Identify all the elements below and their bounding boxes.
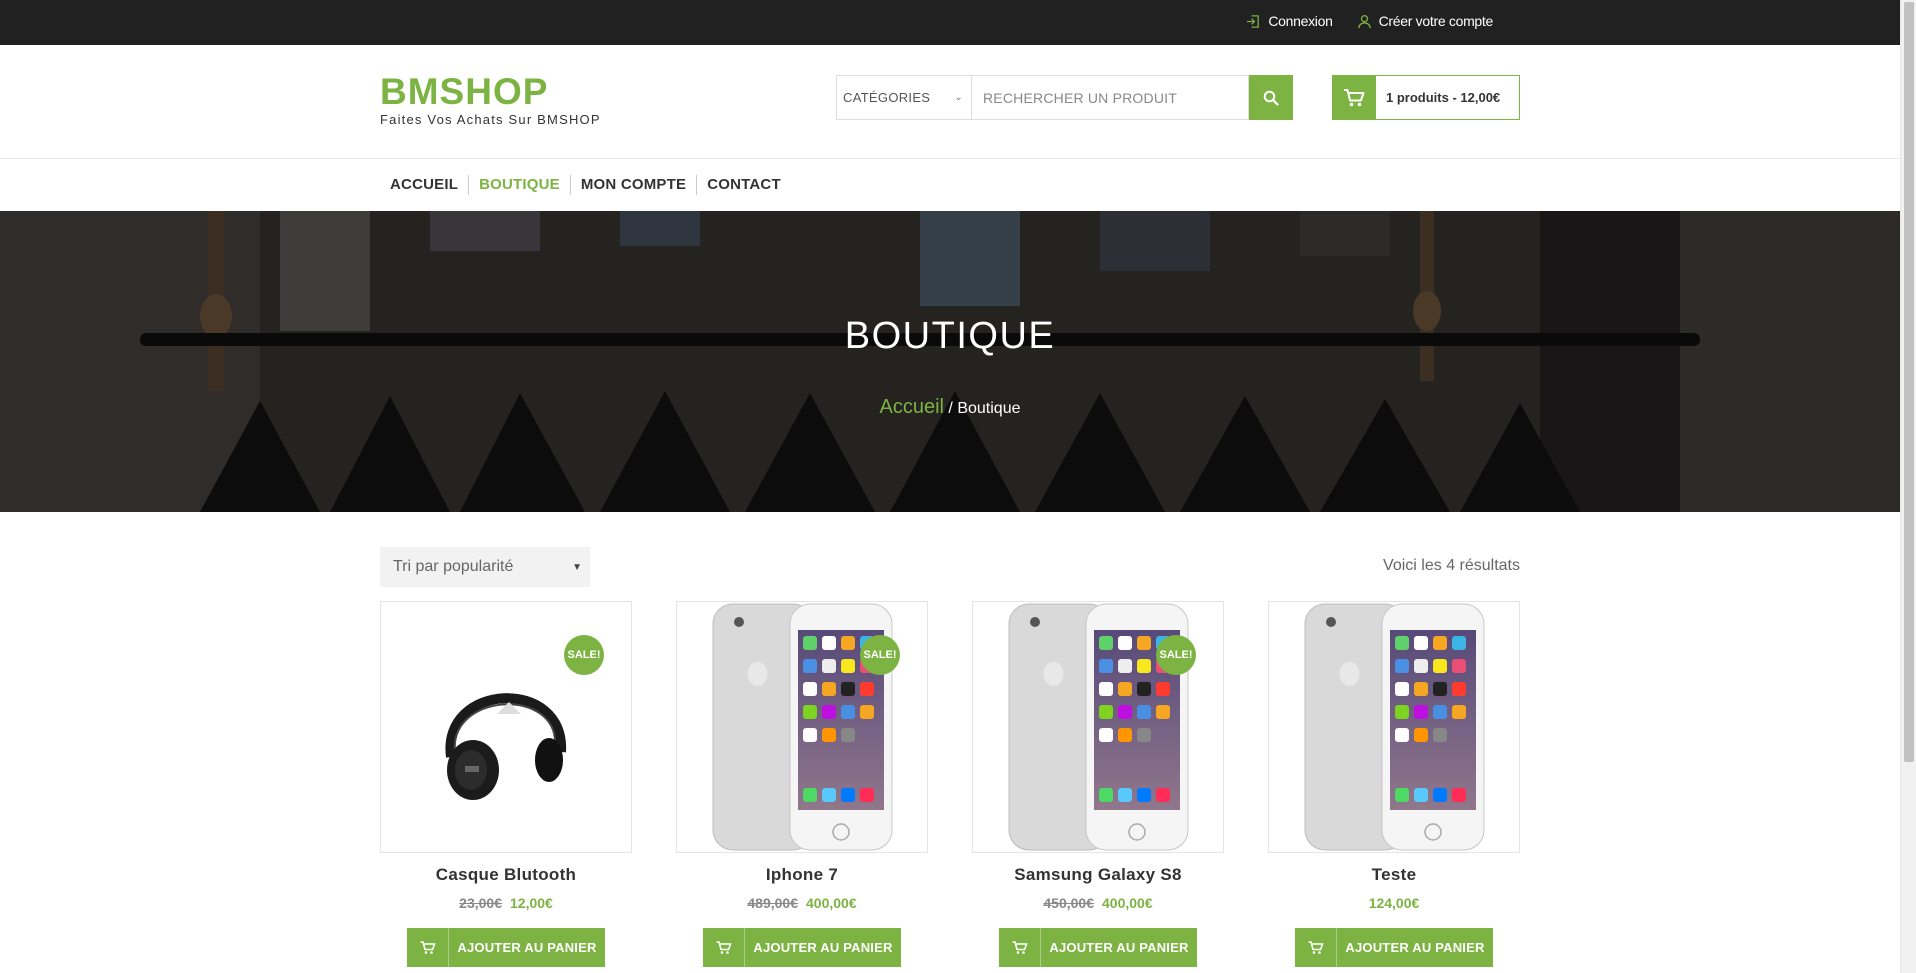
product-name[interactable]: Samsung Galaxy S8 xyxy=(972,865,1224,885)
product-image-link[interactable]: SALE! xyxy=(676,601,928,853)
cart-icon xyxy=(999,928,1041,967)
search-icon xyxy=(1263,90,1279,106)
main-nav: ACCUEIL BOUTIQUE MON COMPTE CONTACT xyxy=(380,159,791,211)
search-input[interactable] xyxy=(972,75,1249,120)
cart-summary: 1 produits - 12,00€ xyxy=(1386,90,1501,105)
current-price: 12,00€ xyxy=(510,895,553,911)
product-card: SALE! Iphone 7 489,00€ 400,00€ AJOUTER AU… xyxy=(676,601,928,967)
scrollbar-thumb[interactable] xyxy=(1904,2,1914,762)
product-name[interactable]: Iphone 7 xyxy=(676,865,928,885)
product-card: Teste 124,00€ AJOUTER AU PANIER xyxy=(1268,601,1520,967)
login-icon xyxy=(1247,14,1260,28)
category-select[interactable]: CATÉGORIES ⌄ xyxy=(836,75,972,120)
product-image-link[interactable]: SALE! xyxy=(972,601,1224,853)
search-button[interactable] xyxy=(1249,75,1293,120)
register-label: Créer votre compte xyxy=(1378,13,1494,29)
product-search: CATÉGORIES ⌄ xyxy=(836,75,1293,120)
cart-icon xyxy=(1344,88,1365,106)
product-name[interactable]: Teste xyxy=(1268,865,1520,885)
result-count: Voici les 4 résultats xyxy=(1383,557,1520,574)
product-price: 124,00€ xyxy=(1268,895,1520,911)
add-to-cart-label: AJOUTER AU PANIER xyxy=(457,940,597,955)
nav-item-contact[interactable]: CONTACT xyxy=(697,175,791,195)
site-logo[interactable]: BMSHOP Faites Vos Achats Sur BMSHOP xyxy=(380,71,601,128)
breadcrumb-home-link[interactable]: Accueil xyxy=(880,396,944,418)
category-select-label: CATÉGORIES xyxy=(843,90,931,105)
register-link[interactable]: Créer votre compte xyxy=(1357,13,1493,29)
logo-title: BMSHOP xyxy=(380,71,549,112)
account-links: Connexion Créer votre compte xyxy=(1246,13,1493,29)
add-to-cart-button[interactable]: AJOUTER AU PANIER xyxy=(1295,928,1493,967)
top-bar: Connexion Créer votre compte xyxy=(0,0,1900,45)
add-to-cart-button[interactable]: AJOUTER AU PANIER xyxy=(703,928,901,967)
old-price: 450,00€ xyxy=(1043,895,1094,911)
breadcrumb-current: Boutique xyxy=(957,400,1021,417)
page-title: BOUTIQUE xyxy=(844,315,1056,357)
nav-item-boutique[interactable]: BOUTIQUE xyxy=(469,175,571,195)
product-price: 489,00€ 400,00€ xyxy=(676,895,928,911)
current-price: 400,00€ xyxy=(1102,895,1153,911)
add-to-cart-button[interactable]: AJOUTER AU PANIER xyxy=(407,928,605,967)
iphone-image xyxy=(1304,603,1485,851)
site-header: BMSHOP Faites Vos Achats Sur BMSHOP CATÉ… xyxy=(0,45,1900,159)
breadcrumb-separator: / xyxy=(943,400,958,417)
cart-icon xyxy=(1295,928,1337,967)
breadcrumb: Accueil / Boutique xyxy=(0,396,1900,419)
product-grid: SALE! Casque Blutooth 23,00€ 12,00€ AJOUT… xyxy=(380,601,1520,967)
product-price: 23,00€ 12,00€ xyxy=(380,895,632,911)
add-to-cart-label: AJOUTER AU PANIER xyxy=(753,940,893,955)
hero-background-image xyxy=(0,211,1900,512)
sale-badge: SALE! xyxy=(564,635,604,675)
product-price: 450,00€ 400,00€ xyxy=(972,895,1224,911)
login-label: Connexion xyxy=(1268,13,1333,29)
add-to-cart-button[interactable]: AJOUTER AU PANIER xyxy=(999,928,1197,967)
chevron-down-icon: ⌄ xyxy=(954,92,963,103)
cart-widget[interactable]: 1 produits - 12,00€ xyxy=(1332,75,1520,120)
current-price: 124,00€ xyxy=(1368,895,1420,911)
headphones-image xyxy=(445,693,567,800)
nav-item-mon-compte[interactable]: MON COMPTE xyxy=(571,175,698,195)
add-to-cart-label: AJOUTER AU PANIER xyxy=(1345,940,1485,955)
sort-select[interactable]: Tri par popularité ▼ xyxy=(380,547,590,587)
nav-item-accueil[interactable]: ACCUEIL xyxy=(380,175,470,195)
logo-tagline: Faites Vos Achats Sur BMSHOP xyxy=(380,112,601,127)
old-price: 489,00€ xyxy=(747,895,798,911)
cart-icon xyxy=(407,928,449,967)
user-icon xyxy=(1357,14,1371,28)
product-image-link[interactable] xyxy=(1268,601,1520,853)
page-hero: BOUTIQUE Accueil / Boutique xyxy=(0,211,1900,512)
caret-down-icon: ▼ xyxy=(572,561,582,573)
current-price: 400,00€ xyxy=(806,895,857,911)
cart-icon xyxy=(703,928,745,967)
cart-icon-box xyxy=(1332,75,1376,120)
product-card: SALE! Samsung Galaxy S8 450,00€ 400,00€ A… xyxy=(972,601,1224,967)
product-name[interactable]: Casque Blutooth xyxy=(380,865,632,885)
sale-badge: SALE! xyxy=(860,635,900,675)
sale-badge: SALE! xyxy=(1156,635,1196,675)
old-price: 23,00€ xyxy=(459,895,502,911)
product-card: SALE! Casque Blutooth 23,00€ 12,00€ AJOUT… xyxy=(380,601,632,967)
add-to-cart-label: AJOUTER AU PANIER xyxy=(1049,940,1189,955)
login-link[interactable]: Connexion xyxy=(1246,13,1333,29)
sort-select-label: Tri par popularité xyxy=(393,558,514,575)
product-image-link[interactable]: SALE! xyxy=(380,601,632,853)
page-scrollbar[interactable] xyxy=(1900,0,1916,973)
